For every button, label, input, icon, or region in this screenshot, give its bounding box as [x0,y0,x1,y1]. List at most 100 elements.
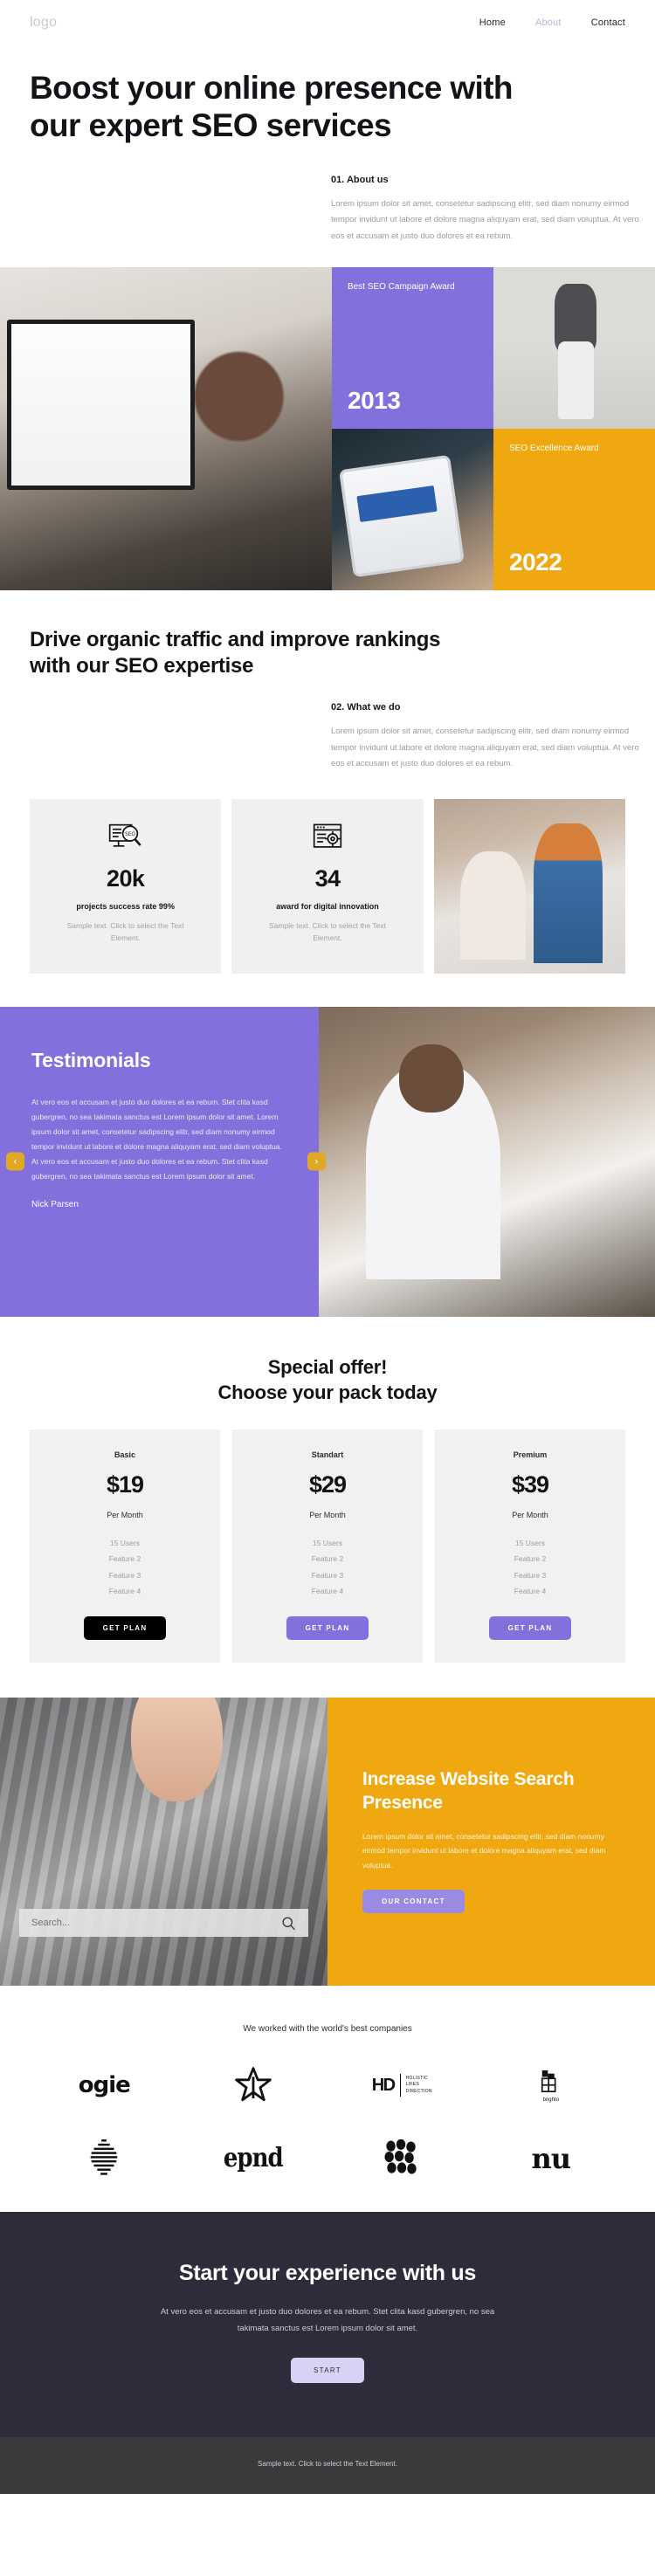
award-card-year: 2013 [348,387,401,415]
partners-title: We worked with the world's best companie… [243,2024,412,2035]
hd-divider [399,2074,401,2097]
search-presence-section: Increase Website Search Presence Lorem i… [0,1698,655,1987]
brighto-logo: brighto [539,2069,563,2103]
plan-period: Per Month [309,1511,346,1520]
testimonials-section: Testimonials At vero eos et accusam et j… [0,1006,655,1317]
stat-description: Sample text. Click to select the Text El… [268,920,386,943]
hd-line2: LIFES [405,2082,419,2088]
awards-grid: Best SEO Campaign Award 2013 SEO Excelle… [0,267,655,591]
plan-feature: Feature 3 [514,1570,547,1580]
about-body: Lorem ipsum dolor sit amet, consetetur s… [331,198,639,241]
search-bar[interactable] [19,1909,308,1938]
plan-price: $39 [511,1471,549,1498]
tablet-dashboard-image [332,429,493,591]
plan-features: 15 Users Feature 2 Feature 3 Feature 4 [245,1535,410,1599]
our-contact-button[interactable]: OUR CONTACT [362,1890,465,1914]
carousel-next-button[interactable]: › [307,1152,326,1171]
plan-period: Per Month [512,1511,548,1520]
seo-monitor-magnifier-icon: SEO [108,823,141,847]
plan-name: Premium [513,1450,548,1460]
nav-item-about[interactable]: About [535,17,562,28]
ogie-logo: ogie [78,2072,131,2099]
page-title: Boost your online presence with our expe… [30,70,514,143]
partner-logos-grid: ogie HD HOLISTIC LIFES DIRECTION brighto… [30,2062,625,2182]
partner-logo-flower [234,2062,272,2109]
site-logo[interactable]: logo [30,15,57,31]
plan-period: Per Month [107,1511,143,1520]
testimonial-quote: At vero eos et accusam et justo duo dolo… [31,1097,282,1181]
plan-card-premium: Premium $39 Per Month 15 Users Feature 2… [435,1429,625,1663]
what-we-do-block: 02. What we do Lorem ipsum dolor sit ame… [331,702,641,773]
site-footer: Sample text. Click to select the Text El… [0,2437,655,2495]
presence-body: Lorem ipsum dolor sit amet, consetetur s… [362,1831,606,1870]
start-button[interactable]: START [291,2358,364,2384]
partner-logo-hd: HD HOLISTIC LIFES DIRECTION [372,2062,432,2109]
presence-heading: Increase Website Search Presence [362,1769,575,1814]
plan-feature: Feature 4 [311,1586,344,1595]
plan-feature: Feature 2 [514,1554,547,1564]
stats-row: SEO 20k projects success rate 99% Sample… [30,798,625,974]
what-we-do-kicker: 02. What we do [331,702,401,713]
plan-feature: Feature 3 [108,1570,141,1580]
search-icon[interactable] [281,1916,296,1931]
nu-logo: nu [531,2142,571,2176]
plan-feature: Feature 4 [514,1586,547,1595]
brighto-wordmark: brighto [542,2097,559,2103]
typing-keyboard-image [0,1698,328,1987]
plan-feature: 15 Users [514,1539,545,1548]
search-input[interactable] [31,1918,244,1929]
testimonial-author: Nick Parsen [31,1199,79,1209]
stat-card-awards: 34 award for digital innovation Sample t… [231,798,424,974]
partner-logo-brighto: brighto [539,2062,563,2109]
tablet-photo [332,429,493,591]
stat-number: 20k [107,864,145,892]
section-heading: Drive organic traffic and improve rankin… [30,628,441,678]
plan-name: Basic [114,1450,136,1460]
hd-subtext: HOLISTIC LIFES DIRECTION [406,2076,432,2096]
about-kicker: 01. About us [331,174,389,185]
partner-logo-ogie: ogie [78,2062,131,2109]
model-photo [493,267,655,430]
get-plan-button[interactable]: GET PLAN [83,1616,167,1641]
nav-item-home[interactable]: Home [479,17,506,28]
testimonial-photo [319,1006,655,1317]
plan-feature: 15 Users [312,1539,342,1548]
svg-text:SEO: SEO [125,832,135,837]
hero-section: Boost your online presence with our expe… [0,45,655,245]
partner-logo-stripes [86,2135,122,2182]
plan-feature: Feature 4 [108,1586,141,1595]
epnd-logo: epnd [223,2143,284,2174]
landing-page: logo Home About Contact Boost your onlin… [0,0,655,2495]
plan-features: 15 Users Feature 2 Feature 3 Feature 4 [447,1535,613,1599]
plan-feature: Feature 2 [311,1554,344,1564]
partner-logo-nu: nu [531,2135,571,2182]
pricing-heading-line2: Choose your pack today [217,1381,438,1403]
plan-feature: Feature 2 [108,1554,141,1564]
nav-item-contact[interactable]: Contact [591,17,625,28]
testimonial-panel: Testimonials At vero eos et accusam et j… [0,1006,319,1317]
testimonials-heading: Testimonials [31,1048,151,1071]
partner-logo-epnd: epnd [223,2135,284,2182]
cta-section: Start your experience with us At vero eo… [0,2212,655,2438]
carousel-prev-button[interactable]: ‹ [6,1152,24,1171]
keyboard-photo [0,1698,328,1987]
plan-feature: 15 Users [109,1539,140,1548]
cta-heading: Start your experience with us [178,2261,477,2286]
brighto-blocks-icon [541,2070,556,2092]
about-block: 01. About us Lorem ipsum dolor sit amet,… [331,175,641,245]
site-header: logo Home About Contact [0,0,655,45]
stat-label: projects success rate 99% [76,901,175,911]
tablet-chart-area [355,485,438,522]
pricing-heading-line1: Special offer! [267,1355,388,1378]
browser-gear-icon [313,823,342,848]
award-card-2013[interactable]: Best SEO Campaign Award 2013 [332,267,493,430]
plan-feature: Feature 3 [311,1570,344,1580]
get-plan-button[interactable]: GET PLAN [488,1616,572,1641]
pricing-section: Special offer! Choose your pack today Ba… [0,1317,655,1698]
award-card-2022[interactable]: SEO Excellence Award 2022 [493,429,655,591]
get-plan-button[interactable]: GET PLAN [286,1616,369,1641]
hero-photo-analytics [0,267,332,591]
stats-photo [433,798,625,974]
man-at-desk-image [319,1006,655,1317]
plan-card-basic: Basic $19 Per Month 15 Users Feature 2 F… [30,1429,220,1663]
